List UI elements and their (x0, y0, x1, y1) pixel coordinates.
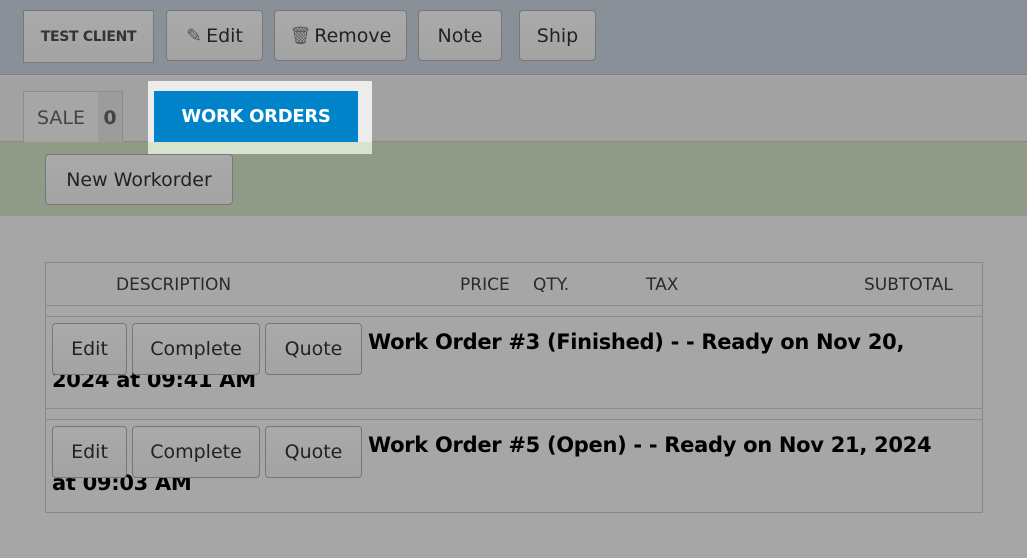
table-header: DESCRIPTION PRICE QTY. TAX SUBTOTAL (46, 263, 982, 306)
client-button[interactable]: TEST CLIENT (23, 10, 154, 63)
sale-label: SALE (36, 106, 85, 129)
col-tax: TAX (646, 275, 679, 295)
trash-icon: 🗑 (289, 25, 312, 46)
tab-work-orders[interactable]: WORK ORDERS (154, 91, 358, 142)
ship-button[interactable]: Ship (519, 10, 596, 61)
new-workorder-button[interactable]: New Workorder (45, 154, 233, 205)
divider (46, 306, 982, 317)
pencil-icon: ✎ (186, 24, 203, 47)
row-quote-button[interactable]: Quote (265, 426, 362, 478)
remove-button[interactable]: 🗑 Remove (274, 10, 407, 61)
table-row: Edit Complete Quote Work Order #5 (Open)… (46, 420, 982, 512)
col-subtotal: SUBTOTAL (864, 275, 953, 295)
row-quote-button[interactable]: Quote (265, 323, 362, 375)
table-row: Edit Complete Quote Work Order #3 (Finis… (46, 317, 982, 409)
work-orders-table: DESCRIPTION PRICE QTY. TAX SUBTOTAL Edit… (45, 262, 983, 513)
edit-label: Edit (206, 24, 243, 47)
col-description: DESCRIPTION (116, 275, 232, 295)
sale-count: 0 (98, 92, 122, 143)
remove-label: Remove (314, 24, 392, 47)
toolbar: TEST CLIENT ✎ Edit 🗑 Remove Note Ship (0, 0, 1027, 75)
row-edit-button[interactable]: Edit (52, 426, 127, 478)
tab-sale[interactable]: SALE 0 (23, 91, 123, 143)
edit-button[interactable]: ✎ Edit (166, 10, 263, 61)
divider (46, 409, 982, 420)
col-qty: QTY. (533, 275, 570, 295)
row-complete-button[interactable]: Complete (132, 426, 260, 478)
row-edit-button[interactable]: Edit (52, 323, 127, 375)
tab-highlight-lower (148, 142, 372, 154)
col-price: PRICE (460, 275, 510, 295)
row-complete-button[interactable]: Complete (132, 323, 260, 375)
note-button[interactable]: Note (418, 10, 502, 61)
